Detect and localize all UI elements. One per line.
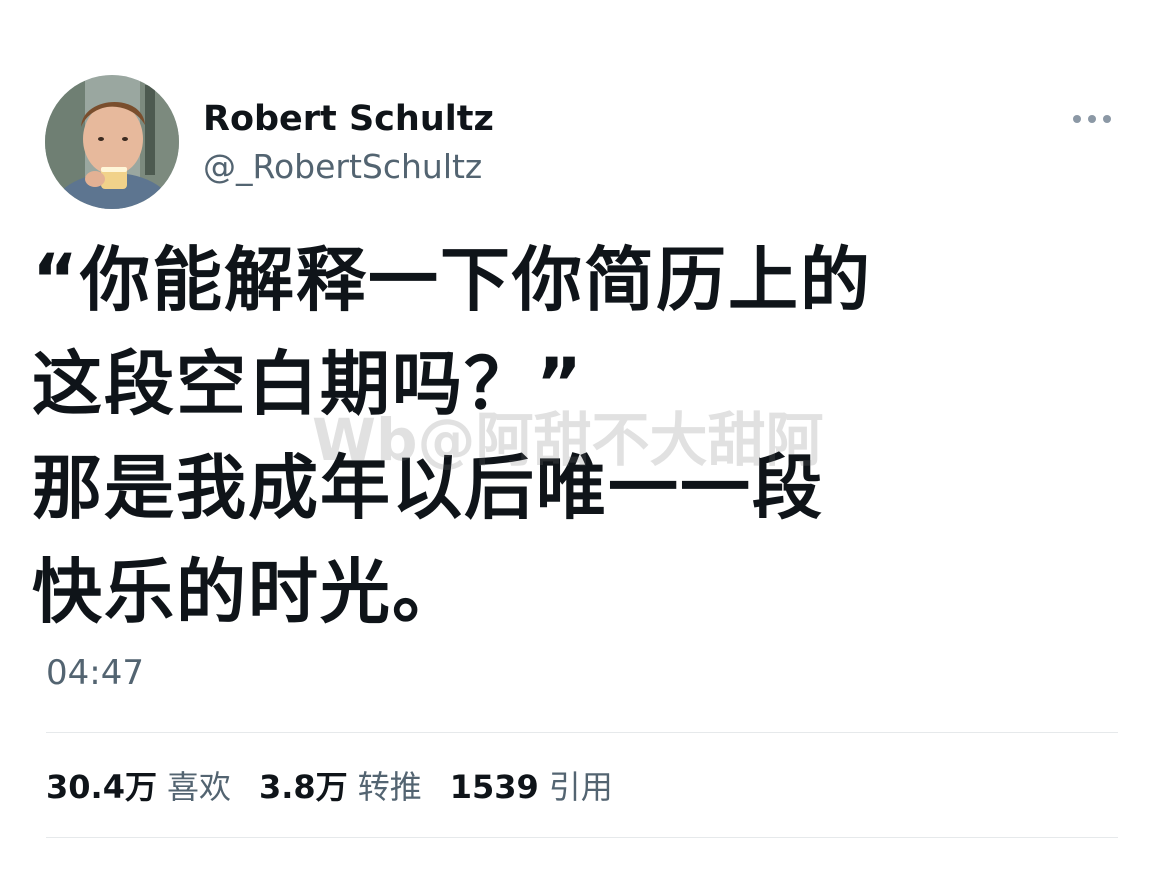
- author-avatar[interactable]: [45, 75, 179, 209]
- quotes-count: 1539: [449, 768, 539, 806]
- tweet-text-line: 快乐的时光。: [32, 551, 464, 633]
- tweet-text-line: 那是我成年以后唯一一段: [32, 447, 824, 529]
- engagement-stats: 30.4万 喜欢 3.8万 转推 1539 引用: [46, 760, 641, 810]
- retweets-count: 3.8万: [258, 768, 348, 806]
- more-options-icon: [1073, 115, 1081, 123]
- tweet-text: “你能解释一下你简历上的 这段空白期吗？” 那是我成年以后唯一一段 快乐的时光。: [32, 228, 1142, 644]
- profile-photo-icon: [45, 75, 179, 209]
- tweet-text-line: 这段空白期吗？”: [32, 343, 585, 425]
- more-options-icon: [1088, 115, 1096, 123]
- quotes-stat[interactable]: 1539 引用: [450, 762, 613, 808]
- divider: [46, 732, 1118, 733]
- author-handle[interactable]: @_RobertSchultz: [203, 145, 482, 189]
- quotes-label: 引用: [548, 768, 613, 806]
- tweet-text-line: “你能解释一下你简历上的: [32, 239, 873, 321]
- likes-count: 30.4万: [46, 768, 157, 806]
- author-name[interactable]: Robert Schultz: [203, 97, 494, 141]
- tweet-card: Robert Schultz @_RobertSchultz “你能解释一下你简…: [0, 0, 1164, 873]
- tweet-timestamp[interactable]: 04:47: [46, 650, 144, 696]
- more-options-icon: [1103, 115, 1111, 123]
- retweets-stat[interactable]: 3.8万 转推: [259, 762, 422, 808]
- divider: [46, 837, 1118, 838]
- likes-label: 喜欢: [166, 768, 231, 806]
- retweets-label: 转推: [357, 768, 422, 806]
- likes-stat[interactable]: 30.4万 喜欢: [46, 762, 231, 808]
- more-options-button[interactable]: [1062, 104, 1122, 134]
